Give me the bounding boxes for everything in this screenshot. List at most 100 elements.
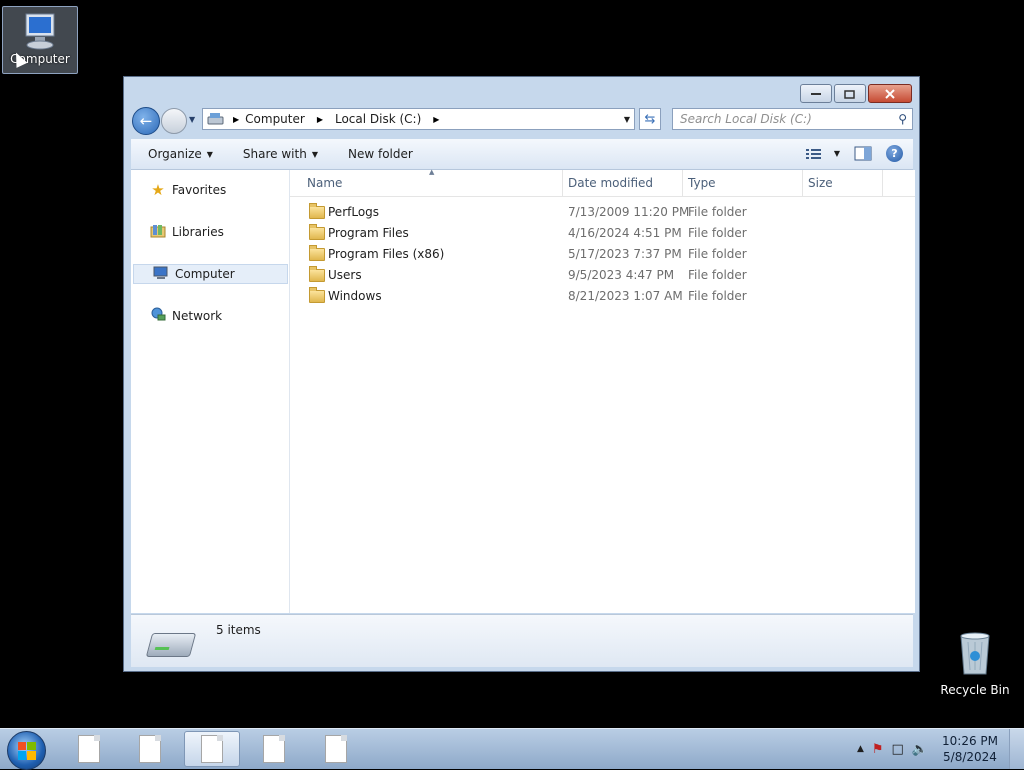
close-button[interactable] — [868, 84, 912, 103]
clock-date: 5/8/2024 — [943, 750, 997, 764]
search-icon[interactable]: ⚲ — [898, 112, 907, 126]
taskbar-button[interactable] — [308, 731, 364, 767]
column-divider[interactable] — [802, 170, 803, 196]
file-date: 9/5/2023 4:47 PM — [568, 268, 675, 282]
folder-icon — [309, 203, 325, 219]
nav-item-computer[interactable]: Computer — [133, 264, 288, 284]
file-name: Program Files — [328, 226, 409, 240]
restore-icon — [844, 89, 855, 99]
clock-time: 10:26 PM — [942, 734, 998, 748]
nav-item-label: Libraries — [172, 225, 224, 239]
file-type: File folder — [688, 268, 747, 282]
change-view-button[interactable]: ▼ — [805, 148, 840, 160]
file-type: File folder — [688, 226, 747, 240]
column-divider[interactable] — [682, 170, 683, 196]
folder-icon — [309, 266, 325, 282]
table-row[interactable]: Windows 8/21/2023 1:07 AM File folder — [290, 286, 890, 307]
column-header-row: ▲ Name Date modified Type Size — [290, 168, 915, 197]
star-icon: ★ — [151, 181, 165, 199]
organize-menu-button[interactable]: Organize ▼ — [148, 147, 213, 161]
libraries-icon — [149, 224, 167, 241]
recycle-bin-icon — [960, 632, 990, 675]
command-bar: Organize ▼ Share with ▼ New folder ▼ ? — [131, 139, 913, 170]
show-desktop-button[interactable] — [1009, 729, 1024, 769]
column-header-name[interactable]: Name — [307, 176, 342, 190]
column-header-type[interactable]: Type — [688, 176, 716, 190]
file-type: File folder — [688, 205, 747, 219]
volume-muted-icon[interactable]: 🔈 — [912, 742, 928, 757]
taskbar-button[interactable] — [246, 731, 302, 767]
column-divider[interactable] — [562, 170, 563, 196]
minimize-button[interactable] — [800, 84, 832, 103]
new-folder-button[interactable]: New folder — [348, 147, 413, 161]
preview-pane-icon[interactable] — [854, 146, 872, 161]
details-pane: 5 items — [131, 614, 913, 667]
taskbar-button-active[interactable] — [184, 731, 240, 767]
refresh-button[interactable]: ⇆ — [639, 108, 661, 130]
sort-ascending-icon: ▲ — [429, 168, 435, 176]
search-box[interactable]: Search Local Disk (C:) ⚲ — [672, 108, 913, 130]
table-row[interactable]: Program Files 4/16/2024 4:51 PM File fol… — [290, 223, 890, 244]
chevron-down-icon: ▼ — [206, 149, 213, 159]
navigation-pane: ★ Favorites Libraries Computer Network — [131, 170, 290, 613]
start-button[interactable] — [7, 731, 46, 770]
show-hidden-icons-button[interactable]: ▲ — [857, 744, 864, 754]
nav-item-label: Favorites — [172, 183, 227, 197]
navigation-bar: ← ▼ ▶ Computer ▶ Local Disk (C:) ▶ ▼ ⇆ S… — [132, 105, 913, 135]
nav-item-favorites[interactable]: ★ Favorites — [131, 180, 286, 200]
view-controls: ▼ ? — [805, 145, 903, 162]
back-button[interactable]: ← — [132, 107, 160, 135]
desktop-icon-label: Recycle Bin — [940, 683, 1010, 697]
breadcrumb-separator[interactable]: ▶ — [317, 115, 323, 124]
taskbar-button[interactable] — [122, 731, 178, 767]
file-date: 5/17/2023 7:37 PM — [568, 247, 682, 261]
nav-item-label: Computer — [175, 267, 235, 281]
address-bar[interactable]: ▶ Computer ▶ Local Disk (C:) ▶ ▼ — [202, 108, 635, 130]
column-header-size[interactable]: Size — [808, 176, 833, 190]
breadcrumb-computer[interactable]: Computer — [245, 112, 305, 126]
table-row[interactable]: Program Files (x86) 5/17/2023 7:37 PM Fi… — [290, 244, 890, 265]
computer-icon — [152, 266, 170, 283]
document-icon — [201, 735, 223, 763]
forward-button[interactable] — [161, 108, 187, 134]
file-date: 8/21/2023 1:07 AM — [568, 289, 683, 303]
clock[interactable]: 10:26 PM 5/8/2024 — [942, 733, 998, 765]
refresh-icon: ⇆ — [644, 111, 656, 127]
address-dropdown-icon[interactable]: ▼ — [624, 115, 630, 124]
desktop-icon-computer[interactable]: Computer — [2, 6, 78, 74]
breadcrumb-separator[interactable]: ▶ — [433, 115, 439, 124]
table-row[interactable]: PerfLogs 7/13/2009 11:20 PM File folder — [290, 202, 890, 223]
column-header-date-modified[interactable]: Date modified — [568, 176, 653, 190]
desktop-icon-recycle-bin[interactable]: Recycle Bin — [938, 630, 1012, 697]
caption-buttons — [800, 84, 912, 103]
network-status-icon[interactable]: □ — [892, 742, 904, 757]
file-name: Users — [328, 268, 362, 282]
chevron-down-icon[interactable]: ▼ — [834, 149, 840, 158]
nav-item-label: Network — [172, 309, 223, 323]
action-center-icon[interactable]: ⚑ — [872, 742, 884, 757]
breadcrumb-local-disk[interactable]: Local Disk (C:) — [335, 112, 421, 126]
windows-logo-icon — [17, 741, 36, 760]
search-input[interactable]: Search Local Disk (C:) — [673, 112, 812, 126]
maximize-button[interactable] — [834, 84, 866, 103]
share-with-menu-button[interactable]: Share with ▼ — [243, 147, 318, 161]
recent-pages-dropdown[interactable]: ▼ — [189, 115, 195, 124]
nav-item-libraries[interactable]: Libraries — [131, 222, 286, 242]
local-disk-icon — [145, 633, 197, 657]
column-divider[interactable] — [882, 170, 883, 196]
file-name: Program Files (x86) — [328, 247, 445, 261]
file-name: PerfLogs — [328, 205, 380, 219]
drive-icon — [207, 113, 224, 125]
folder-icon — [309, 245, 325, 261]
taskbar-button[interactable] — [61, 731, 117, 767]
table-row[interactable]: Users 9/5/2023 4:47 PM File folder — [290, 265, 890, 286]
computer-icon — [25, 13, 55, 50]
view-details-icon — [805, 148, 821, 159]
chevron-down-icon: ▼ — [311, 149, 318, 159]
nav-item-network[interactable]: Network — [131, 306, 286, 326]
help-icon[interactable]: ? — [886, 145, 903, 162]
document-icon — [78, 735, 100, 763]
file-date: 4/16/2024 4:51 PM — [568, 226, 682, 240]
share-with-label: Share with — [242, 147, 307, 161]
breadcrumb: Computer ▶ Local Disk (C:) ▶ — [239, 112, 445, 126]
